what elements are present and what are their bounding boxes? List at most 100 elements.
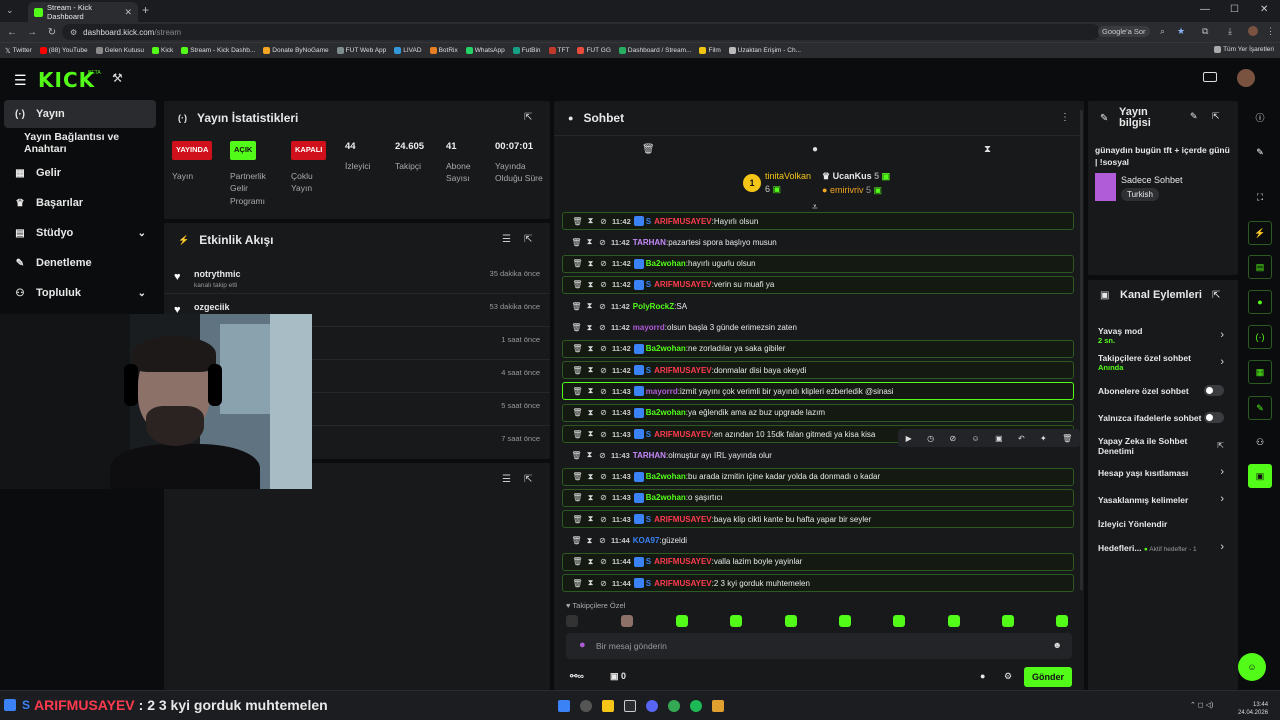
emote[interactable] [948,615,960,627]
bookmark[interactable]: Stream - Kick Dashb... [181,47,255,54]
timeout-icon[interactable]: ⧗ [584,365,597,375]
chat-message[interactable]: 🗑 ⧗ ⊘ 11:43 TARHAN: olmuştur ayı IRL yayında… [562,446,1074,464]
chat-message[interactable]: 🗑 ⧗ ⊘ 11:42 mayorrd: olsun başla 3 günde eri… [562,319,1074,337]
reload-icon[interactable]: ↻ [44,27,60,38]
community-icon[interactable]: ⚇ [1248,430,1272,454]
delete-message-icon[interactable]: 🗑 [571,472,584,481]
subscribers-only-toggle[interactable] [1204,385,1224,396]
bookmark[interactable]: Kick [151,47,173,54]
popout-icon[interactable]: ⇱ [524,474,532,485]
address-bar[interactable]: ⚙ dashboard.kick.com/stream [62,24,1100,40]
chat-message[interactable]: 🗑 ⧗ ⊘ 11:42 Ba2wohan: ne zorladılar ya saka … [562,339,1074,358]
sidebar-item-topluluk[interactable]: ⚇ Topluluk ⌄ [4,279,156,307]
ban-icon[interactable]: ⊘ [596,238,609,247]
system-tray[interactable]: ⌃ ◻ ◁) [1190,701,1213,709]
timeout-icon[interactable]: ⧗ [584,216,597,226]
delete-message-icon[interactable]: 🗑 [571,408,584,417]
chat-input[interactable]: ● Bir mesaj gönderin ☻ [566,633,1072,659]
bookmark[interactable]: (88) YouTube [39,47,88,54]
emote[interactable] [1056,615,1068,627]
new-tab-button[interactable]: + [142,3,149,17]
tools-icon[interactable]: ⚒ [112,71,123,85]
close-window-icon[interactable]: ✕ [1260,4,1268,15]
sidebar-item-denetleme[interactable]: ✎ Denetleme [4,249,156,277]
edit-icon[interactable]: ✎ [1190,111,1198,122]
download-icon[interactable]: ⤓ [1228,26,1232,37]
message-username[interactable]: PolyRockZ [633,302,674,311]
stream-manager-icon[interactable] [1203,72,1217,82]
hourglass-icon[interactable]: ⧗ [984,144,991,155]
chat-menu-icon[interactable]: ⋮ [1060,112,1070,123]
obs-icon[interactable] [624,700,636,712]
chat-icon[interactable]: ● [1248,290,1272,314]
message-username[interactable]: ARIFMUSAYEV [654,515,712,524]
delete-message-icon[interactable]: 🗑 [570,451,583,460]
broadcast-icon[interactable]: (·) [1248,325,1272,349]
sidebar-item-basarilar[interactable]: ♛ Başarılar [4,189,156,217]
chat-message[interactable]: 🗑 ⧗ ⊘ 11:44 KOA97: güzeldi [562,532,1074,550]
chat-settings-icon[interactable]: ⚙ [1004,671,1012,682]
back-icon[interactable]: ← [4,27,20,38]
close-tab-icon[interactable]: ✕ [124,7,132,18]
trash-icon[interactable]: 🗑 [642,144,655,155]
chevron-right-icon[interactable]: › [1220,466,1224,478]
chevron-right-icon[interactable]: › [1220,493,1224,505]
chat-message[interactable]: 🗑 ⧗ ⊘ 11:43 mayorrd: izmit yayını çok veriml… [562,382,1074,401]
stats-icon[interactable]: ▦ [1248,360,1272,384]
delete-message-icon[interactable]: 🗑 [571,344,584,353]
drops-display[interactable]: ▣ 0 [610,671,626,682]
chevron-right-icon[interactable]: › [1220,356,1224,368]
emote[interactable] [676,615,688,627]
account-age-setting[interactable]: Hesap yaşı kısıtlaması [1098,468,1230,478]
bookmark[interactable]: Film [699,47,721,54]
timeout-icon[interactable]: ⧗ [584,408,597,418]
filter-icon[interactable]: ☰ [502,474,511,485]
delete-message-icon[interactable]: 🗑 [570,302,583,311]
bookmark[interactable]: FutBin [512,47,541,54]
message-username[interactable]: Ba2wohan [646,472,686,481]
emote[interactable] [893,615,905,627]
timeout-icon[interactable]: ⧗ [584,344,597,354]
maximize-icon[interactable]: ☐ [1230,4,1239,15]
chevron-right-icon[interactable]: › [1220,541,1224,553]
message-username[interactable]: TARHAN [633,238,666,247]
file-explorer-icon[interactable] [602,700,614,712]
menu-icon[interactable]: ☰ [14,72,27,89]
popout-icon[interactable]: ⇱ [1212,111,1220,122]
fullscreen-icon[interactable]: ⛶ [1248,185,1272,209]
bookmark[interactable]: 𝕏 Twitter [5,47,32,55]
banned-words-setting[interactable]: Yasaklanmış kelimeler [1098,495,1230,505]
timeout-icon[interactable]: ⧗ [584,493,597,503]
ban-icon[interactable]: ⊘ [950,434,957,443]
timeout-icon[interactable]: ⧗ [584,514,597,524]
ban-icon[interactable]: ⊘ [597,557,610,566]
raid-setting[interactable]: İzleyici Yönlendir [1098,519,1230,529]
undo-icon[interactable]: ↶ [1018,434,1025,443]
bookmark[interactable]: FUT GG [577,47,611,54]
delete-message-icon[interactable]: 🗑 [571,217,584,226]
followers-only-setting[interactable]: Takipçilere özel sohbet Anında [1098,353,1230,373]
ban-icon[interactable]: ⊘ [597,280,610,289]
site-info-icon[interactable]: ⚙ [70,28,77,37]
ai-moderation-setting[interactable]: Yapay Zeka ile Sohbet Denetimi [1098,436,1216,456]
chat-users-icon[interactable]: ● [980,671,985,681]
send-button[interactable]: Gönder [1024,667,1072,687]
popout-icon[interactable]: ⇱ [1212,290,1220,301]
ban-icon[interactable]: ⊘ [597,366,610,375]
message-username[interactable]: mayorrd [633,323,665,332]
tag-chip[interactable]: Turkish [1121,188,1159,201]
chat-message[interactable]: 🗑 ⧗ ⊘ 11:44 S ARIFMUSAYEV: valla lazim boyle … [562,552,1074,571]
message-username[interactable]: mayorrd [646,387,678,396]
timeout-icon[interactable]: ⧗ [584,429,597,439]
delete-message-icon[interactable]: 🗑 [570,536,583,545]
message-username[interactable]: Ba2wohan [646,493,686,502]
timeout-icon[interactable]: ⧗ [584,578,597,588]
timeout-icon[interactable]: ⧗ [583,237,596,247]
category-thumbnail[interactable] [1095,173,1116,201]
ban-icon[interactable]: ⊘ [596,451,609,460]
chat-message[interactable]: 🗑 ⧗ ⊘ 11:44 S ARIFMUSAYEV: 2 3 kyi gorduk muh… [562,574,1074,593]
bolt-icon[interactable]: ⚡ [1248,221,1272,245]
info-icon[interactable]: ⓘ [1248,105,1272,129]
points-display[interactable]: ⚯∞ [570,671,584,682]
message-username[interactable]: ARIFMUSAYEV [654,430,712,439]
